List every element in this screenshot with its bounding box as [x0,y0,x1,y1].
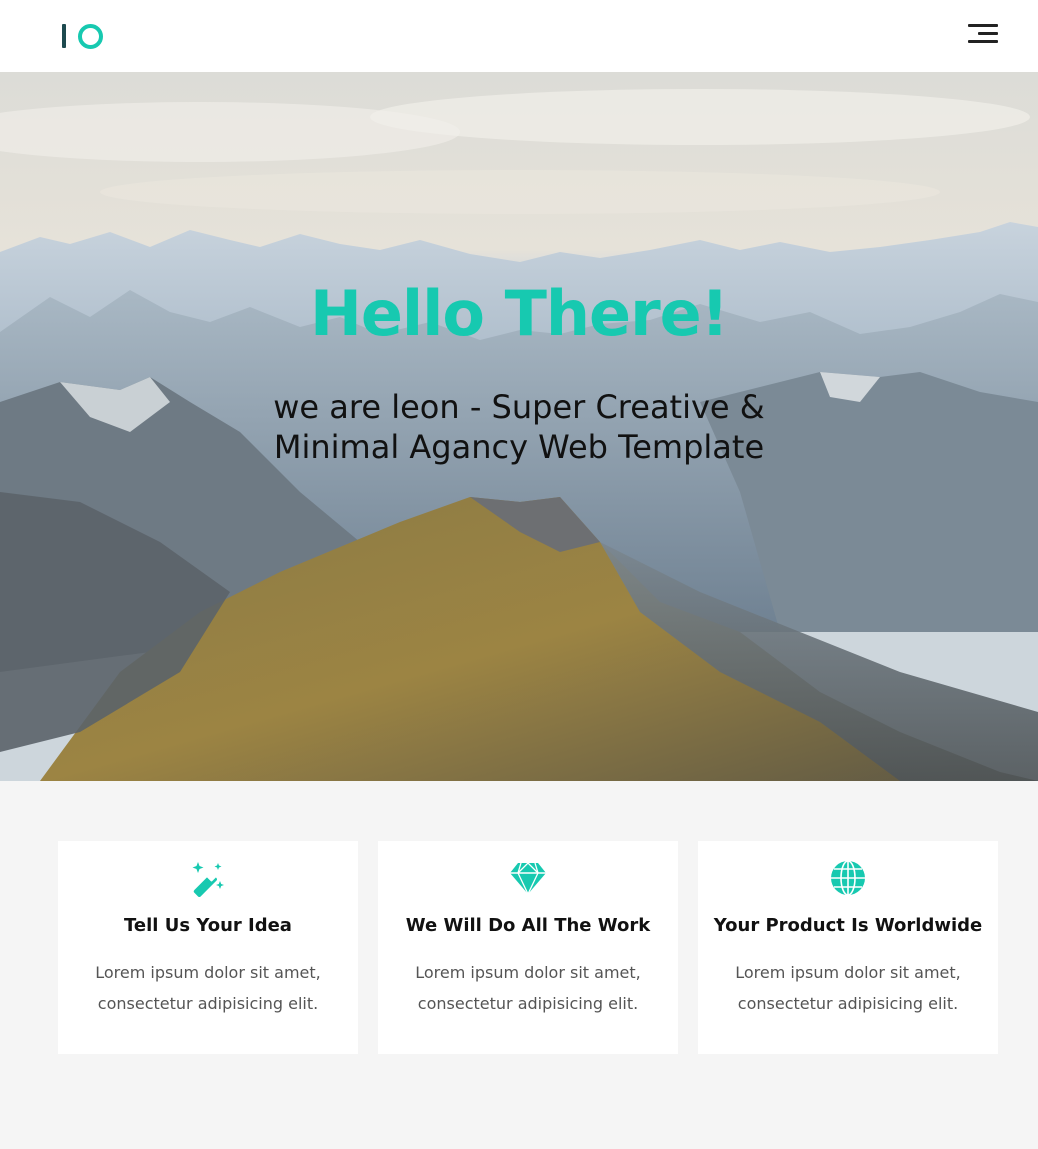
feature-card: We Will Do All The Work Lorem ipsum dolo… [378,841,678,1054]
feature-title: We Will Do All The Work [405,915,651,936]
hamburger-menu-icon[interactable] [964,20,1002,48]
logo[interactable] [60,21,106,51]
hero-subtitle: we are leon - Super Creative & Minimal A… [273,388,765,466]
logo-ring [78,24,103,49]
menu-line [968,24,998,27]
magic-wand-icon [192,862,224,897]
logo-bar [62,24,66,48]
feature-title: Tell Us Your Idea [124,915,292,936]
hero-section: Hello There! we are leon - Super Creativ… [0,72,1038,781]
feature-text: Lorem ipsum dolor sit amet, consectetur … [415,963,641,1013]
feature-card: Your Product Is Worldwide Lorem ipsum do… [698,841,998,1054]
features-section: Tell Us Your Idea Lorem ipsum dolor sit … [0,781,1038,1149]
diamond-icon [510,862,546,896]
feature-text: Lorem ipsum dolor sit amet, consectetur … [95,963,321,1013]
feature-title: Your Product Is Worldwide [713,915,983,936]
globe-icon [831,860,865,896]
menu-line [968,40,998,43]
hero-title: Hello There! [309,277,729,350]
site-header [0,0,1038,72]
feature-text: Lorem ipsum dolor sit amet, consectetur … [735,963,961,1013]
menu-line [978,32,998,35]
feature-card: Tell Us Your Idea Lorem ipsum dolor sit … [58,841,358,1054]
